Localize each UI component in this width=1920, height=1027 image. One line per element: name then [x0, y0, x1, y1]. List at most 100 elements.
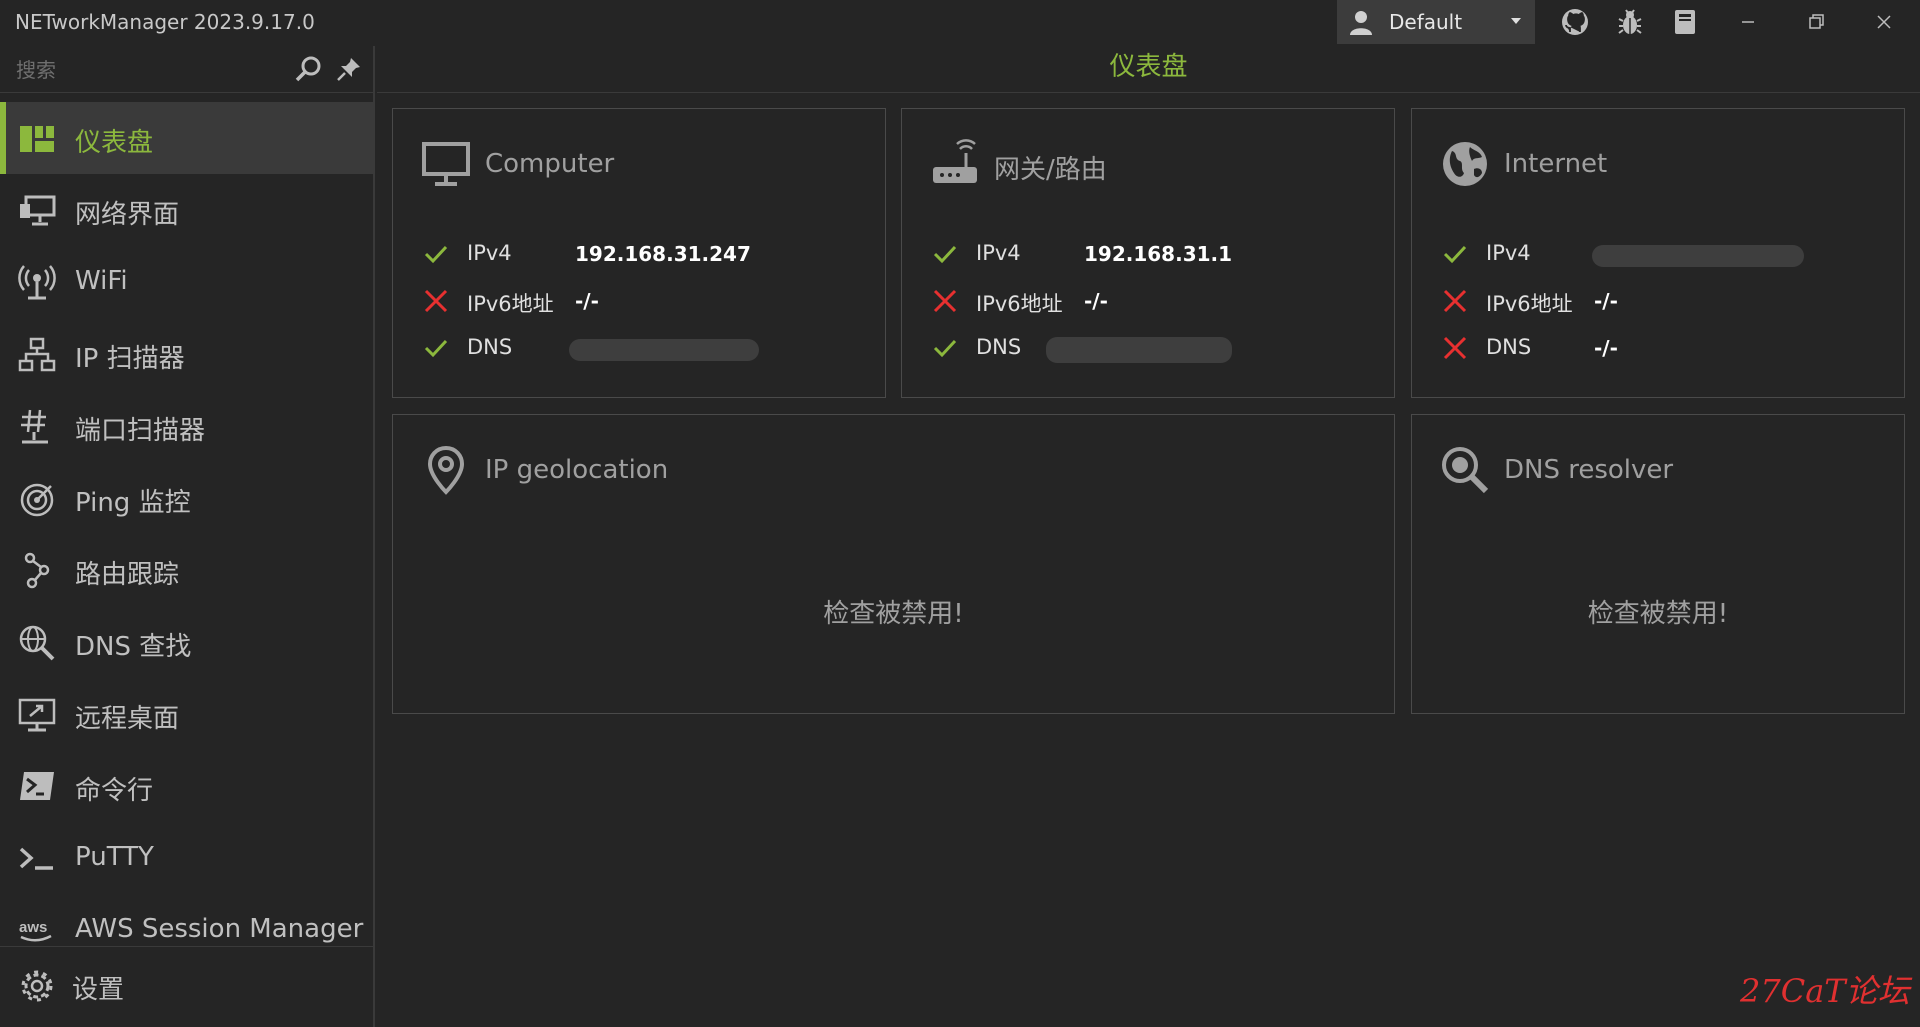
dashboard-icon [20, 126, 54, 152]
sidebar-item-dashboard[interactable]: 仪表盘 [0, 102, 373, 174]
powershell-icon [20, 772, 54, 800]
close-button[interactable] [1854, 0, 1914, 44]
sidebar-item-wifi[interactable]: WiFi [0, 246, 373, 318]
check-icon [424, 339, 448, 358]
terminal-icon [19, 847, 53, 870]
sidebar-item-label: WiFi [75, 266, 128, 296]
chevron-down-icon [1511, 18, 1521, 24]
bug-icon[interactable] [1615, 7, 1645, 37]
redacted-value [1046, 337, 1232, 363]
sidebar-item-remote-desktop[interactable]: 远程桌面 [0, 678, 373, 750]
sidebar-item-network-interface[interactable]: 网络界面 [0, 174, 373, 246]
card-title: IP geolocation [485, 455, 669, 485]
watermark: 27CaT论坛 [1740, 972, 1910, 1010]
error-icon [933, 289, 957, 313]
minimize-button[interactable] [1718, 0, 1778, 44]
status-value: -/- [575, 289, 599, 313]
port-scanner-icon [21, 409, 48, 444]
status-key: DNS [467, 335, 513, 359]
card-title: 网关/路由 [994, 155, 1107, 185]
search-bar [0, 46, 373, 93]
error-icon [1443, 336, 1467, 360]
disabled-message: 检查被禁用! [823, 599, 964, 629]
user-icon [1350, 11, 1372, 35]
internet-card: Internet IPv4 IPv6地址 -/- DNS -/- [1411, 108, 1905, 398]
page-title: 仪表盘 [377, 46, 1920, 93]
sidebar-item-ip-scanner[interactable]: IP 扫描器 [0, 318, 373, 390]
check-icon [424, 245, 448, 264]
status-row: IPv4 192.168.31.247 [423, 239, 863, 269]
sidebar-item-label: PuTTY [75, 842, 154, 872]
status-row: IPv4 192.168.31.1 [932, 239, 1372, 269]
restore-button[interactable] [1786, 0, 1846, 44]
status-value: -/- [1594, 289, 1618, 313]
computer-card: Computer IPv4 192.168.31.247 IPv6地址 -/- … [392, 108, 886, 398]
disabled-message: 检查被禁用! [1587, 599, 1729, 629]
minimize-icon [1742, 21, 1754, 23]
wifi-icon [18, 265, 56, 300]
ip-scanner-icon [18, 337, 56, 372]
close-icon [1877, 15, 1891, 29]
ping-monitor-icon [20, 483, 54, 517]
sidebar-item-label: 网络界面 [75, 200, 180, 230]
error-icon [424, 289, 448, 313]
network-interface-icon [20, 195, 56, 226]
sidebar-item-ping-monitor[interactable]: Ping 监控 [0, 462, 373, 534]
redacted-value [1592, 245, 1804, 267]
status-key: DNS [1486, 335, 1532, 359]
sidebar-item-label: 远程桌面 [75, 704, 180, 734]
redacted-value [569, 339, 759, 361]
title-bar: NETworkManager 2023.9.17.0 Default [0, 0, 1920, 46]
error-icon [1443, 289, 1467, 313]
magnifier-globe-icon [1442, 447, 1489, 494]
svg-text:aws: aws [19, 919, 47, 936]
router-icon [933, 139, 977, 183]
sidebar-item-traceroute[interactable]: 路由跟踪 [0, 534, 373, 606]
status-row: DNS [423, 333, 863, 363]
github-icon[interactable] [1560, 7, 1590, 37]
status-row: IPv6地址 -/- [932, 286, 1372, 316]
status-key: IPv6地址 [1486, 292, 1573, 316]
settings-label: 设置 [72, 975, 125, 1005]
sidebar: 仪表盘 网络界面 WiFi IP 扫描器 [0, 46, 375, 1027]
sidebar-item-port-scanner[interactable]: 端口扫描器 [0, 390, 373, 462]
monitor-icon [422, 142, 470, 186]
sidebar-item-label: 仪表盘 [75, 128, 154, 158]
ip-geolocation-card: IP geolocation 检查被禁用! [392, 414, 1395, 714]
status-key: IPv4 [1486, 241, 1531, 265]
card-title: Computer [485, 149, 615, 179]
status-value: -/- [1084, 289, 1108, 313]
sidebar-item-label: 路由跟踪 [75, 560, 180, 590]
dns-lookup-icon [19, 625, 55, 661]
book-icon[interactable] [1670, 7, 1700, 37]
search-input[interactable] [14, 54, 288, 86]
sidebar-item-putty[interactable]: PuTTY [0, 822, 373, 894]
sidebar-item-label: IP 扫描器 [75, 344, 185, 374]
status-key: IPv4 [976, 241, 1021, 265]
status-row: IPv6地址 -/- [1442, 286, 1882, 316]
sidebar-item-label: 端口扫描器 [75, 416, 206, 446]
app-title: NETworkManager 2023.9.17.0 [15, 10, 315, 34]
status-key: IPv4 [467, 241, 512, 265]
sidebar-item-dns-lookup[interactable]: DNS 查找 [0, 606, 373, 678]
status-key: IPv6地址 [467, 292, 554, 316]
pin-icon[interactable] [336, 56, 362, 82]
search-icon[interactable] [294, 55, 322, 83]
status-key: DNS [976, 335, 1022, 359]
sidebar-item-settings[interactable]: 设置 [0, 946, 373, 1027]
sidebar-item-powershell[interactable]: 命令行 [0, 750, 373, 822]
sidebar-item-label: 命令行 [75, 776, 154, 806]
sidebar-item-label: DNS 查找 [75, 632, 192, 662]
globe-icon [1443, 142, 1487, 186]
status-row: IPv4 [1442, 239, 1882, 269]
card-title: Internet [1504, 149, 1608, 179]
profile-name: Default [1389, 10, 1463, 34]
profile-selector[interactable]: Default [1337, 0, 1535, 44]
sidebar-item-label: AWS Session Manager [75, 914, 364, 944]
status-row: IPv6地址 -/- [423, 286, 863, 316]
status-value: 192.168.31.1 [1084, 242, 1233, 266]
check-icon [1443, 245, 1467, 264]
remote-desktop-icon [18, 698, 56, 732]
dns-resolver-card: DNS resolver 检查被禁用! [1411, 414, 1905, 714]
gear-icon [21, 970, 53, 1002]
